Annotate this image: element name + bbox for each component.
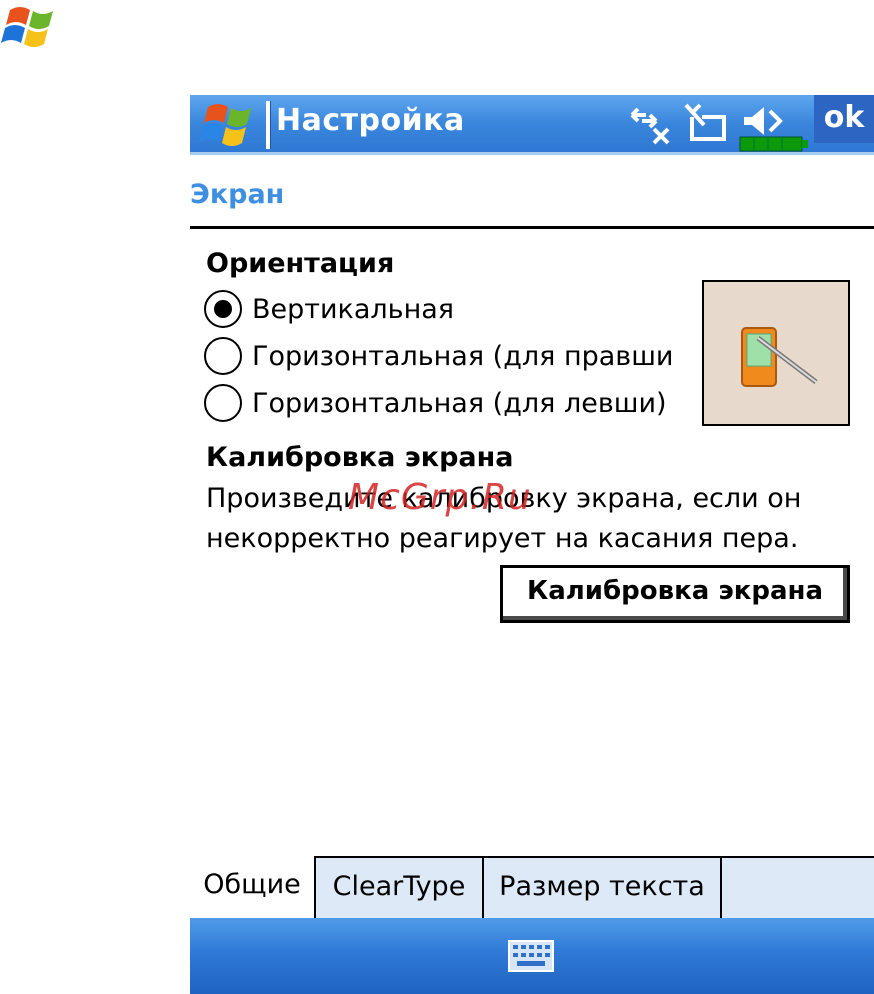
pda-stylus-icon — [741, 327, 818, 387]
menu-bar — [190, 918, 874, 994]
radio-button[interactable] — [204, 337, 242, 375]
tab-strip: Общие ClearType Размер текста — [190, 856, 874, 918]
volume-muted-icon[interactable] — [738, 99, 812, 153]
watermark: McGrp.Ru — [348, 477, 532, 518]
keyboard-icon[interactable] — [508, 940, 554, 972]
calibrate-screen-button[interactable]: Калибровка экрана — [500, 565, 850, 623]
orientation-heading: Ориентация — [206, 248, 395, 279]
app-title: Настройка — [276, 103, 465, 138]
radio-button[interactable] — [204, 384, 242, 422]
connectivity-off-icon[interactable] — [628, 101, 672, 145]
radio-label: Вертикальная — [252, 293, 455, 325]
orientation-option-landscape-left[interactable]: Горизонтальная (для левши) — [204, 383, 667, 423]
divider — [190, 226, 874, 229]
start-button[interactable] — [194, 99, 260, 151]
orientation-preview — [702, 280, 850, 426]
tab-text-size[interactable]: Размер текста — [484, 856, 722, 918]
ok-button[interactable]: ok — [814, 95, 874, 143]
title-separator — [266, 101, 270, 149]
page-title: Экран — [190, 179, 285, 210]
radio-label: Горизонтальная (для правши — [252, 340, 674, 372]
calibration-heading: Калибровка экрана — [206, 442, 514, 473]
tab-cleartype[interactable]: ClearType — [316, 856, 484, 918]
radio-label: Горизонтальная (для левши) — [252, 387, 667, 419]
device-screen: Настройка ok Экран Ориентация Вертикальн… — [190, 95, 874, 994]
calibration-description-line2: некорректно реагирует на касания пера. — [206, 523, 799, 554]
calibrate-screen-button-label: Калибровка экрана — [526, 576, 824, 606]
windows-flag-icon — [1, 7, 53, 47]
title-bar: Настройка ok — [190, 95, 874, 155]
orientation-option-landscape-right[interactable]: Горизонтальная (для правши — [204, 336, 673, 376]
radio-button-checked[interactable] — [204, 290, 242, 328]
no-sync-icon[interactable] — [682, 101, 732, 145]
orientation-option-portrait[interactable]: Вертикальная — [204, 289, 454, 329]
tab-general[interactable]: Общие — [190, 856, 316, 918]
